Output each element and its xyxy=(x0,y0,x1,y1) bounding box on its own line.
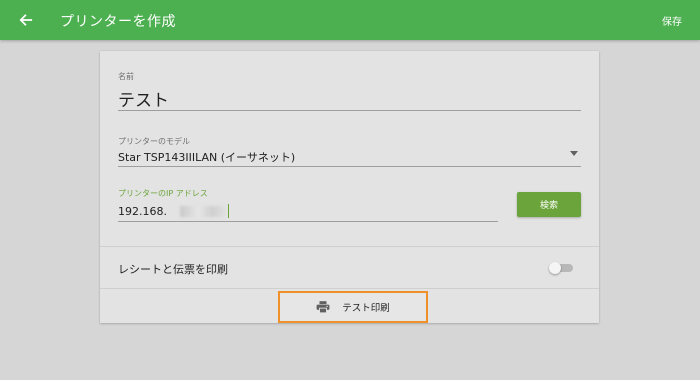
ip-underline xyxy=(118,221,498,222)
ip-label: プリンターのIP アドレス xyxy=(118,189,208,198)
page-title: プリンターを作成 xyxy=(60,14,176,30)
ip-value: 192.168. xyxy=(118,205,167,218)
divider xyxy=(100,246,599,247)
name-input[interactable]: テスト xyxy=(118,86,169,111)
printer-icon xyxy=(316,301,330,313)
name-underline xyxy=(118,110,581,111)
receipt-toggle-switch[interactable] xyxy=(549,262,573,274)
test-print-label: テスト印刷 xyxy=(342,303,390,314)
search-button[interactable]: 検索 xyxy=(517,192,581,217)
app-bar: プリンターを作成 保存 xyxy=(0,0,700,40)
name-label: 名前 xyxy=(118,72,134,81)
divider xyxy=(100,288,599,289)
model-value: Star TSP143IIILAN (イーサネット) xyxy=(118,151,296,164)
text-cursor xyxy=(228,204,229,218)
toggle-thumb xyxy=(549,262,561,274)
ip-address-input[interactable]: 192.168. xyxy=(118,202,498,222)
ip-redacted-blur xyxy=(180,206,226,217)
test-print-button[interactable]: テスト印刷 xyxy=(278,291,428,323)
arrow-left-icon xyxy=(19,14,33,26)
model-underline xyxy=(118,166,581,167)
save-button[interactable]: 保存 xyxy=(662,13,682,28)
dropdown-arrow-icon xyxy=(570,151,578,156)
back-button[interactable] xyxy=(14,9,38,31)
printer-form-card: 名前 テスト プリンターのモデル Star TSP143IIILAN (イーサネ… xyxy=(100,51,599,323)
receipt-toggle-label: レシートと伝票を印刷 xyxy=(118,263,228,276)
